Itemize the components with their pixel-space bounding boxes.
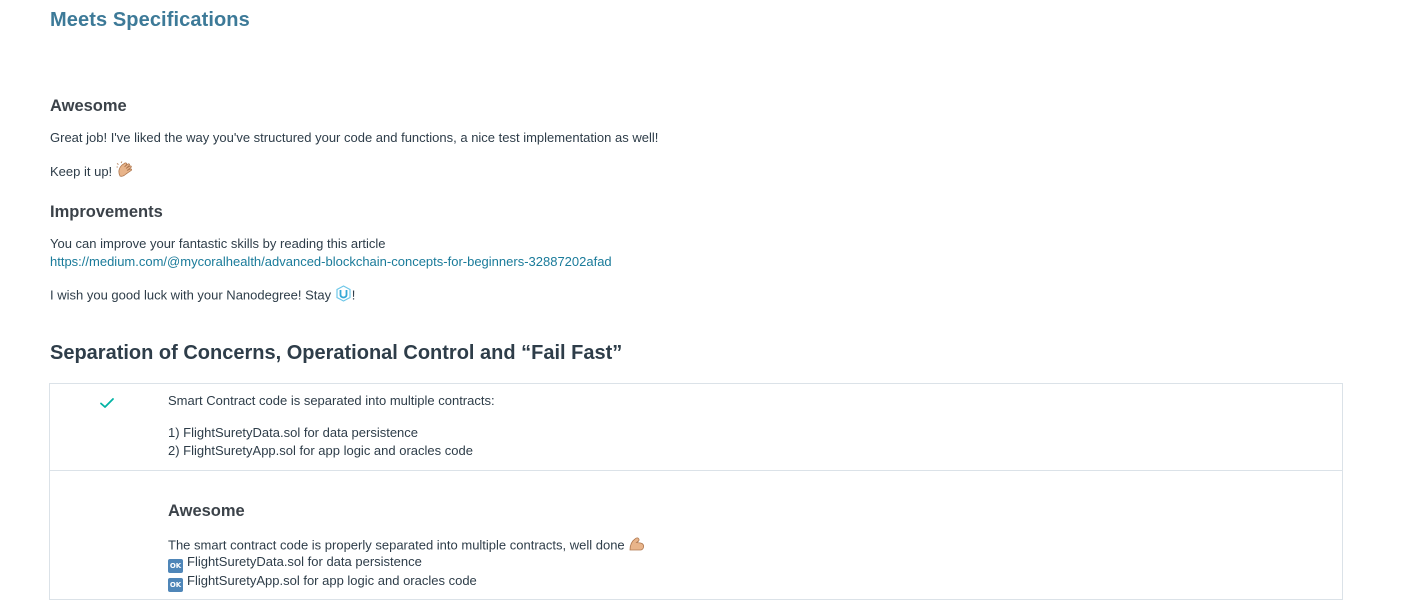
clapping-hands-icon — [116, 161, 135, 184]
udacity-logo-icon — [335, 285, 352, 307]
article-link[interactable]: https://medium.com/@mycoralhealth/advanc… — [50, 253, 612, 271]
ok-button-icon: OK — [168, 559, 183, 573]
spec-item: 1) FlightSuretyData.sol for data persist… — [168, 425, 419, 440]
comment-heading: Awesome — [168, 502, 245, 520]
checkmark-icon — [98, 394, 116, 412]
comment-item-text: FlightSuretyApp.sol for app logic and or… — [187, 573, 477, 588]
spec-text: Smart Contract code is separated into mu… — [168, 393, 495, 408]
comment-text: The smart contract code is properly sepa… — [168, 537, 625, 553]
comment-item: OK FlightSuretyData.sol for data persiste… — [168, 553, 422, 573]
awesome-heading: Awesome — [50, 97, 127, 115]
improvements-heading: Improvements — [50, 203, 163, 221]
section-title: Separation of Concerns, Operational Cont… — [50, 342, 623, 364]
closing-suffix: ! — [351, 287, 356, 303]
ok-button-icon: OK — [168, 578, 183, 592]
spec-item: 2) FlightSuretyApp.sol for app logic and… — [168, 443, 473, 458]
card-divider — [49, 470, 1343, 471]
comment-item-text: FlightSuretyData.sol for data persistenc… — [187, 554, 422, 569]
closing-line: I wish you good luck with your Nanodegre… — [50, 285, 355, 307]
keep-it-up-text: Keep it up! — [50, 163, 113, 179]
comment-item: OK FlightSuretyApp.sol for app logic and … — [168, 572, 477, 592]
closing-text: I wish you good luck with your Nanodegre… — [50, 287, 332, 303]
flexed-biceps-icon — [628, 535, 646, 557]
review-status-title: Meets Specifications — [50, 9, 250, 31]
keep-it-up-line: Keep it up! — [50, 161, 135, 184]
improvements-text: You can improve your fantastic skills by… — [50, 236, 386, 251]
awesome-text: Great job! I've liked the way you've str… — [50, 130, 659, 145]
